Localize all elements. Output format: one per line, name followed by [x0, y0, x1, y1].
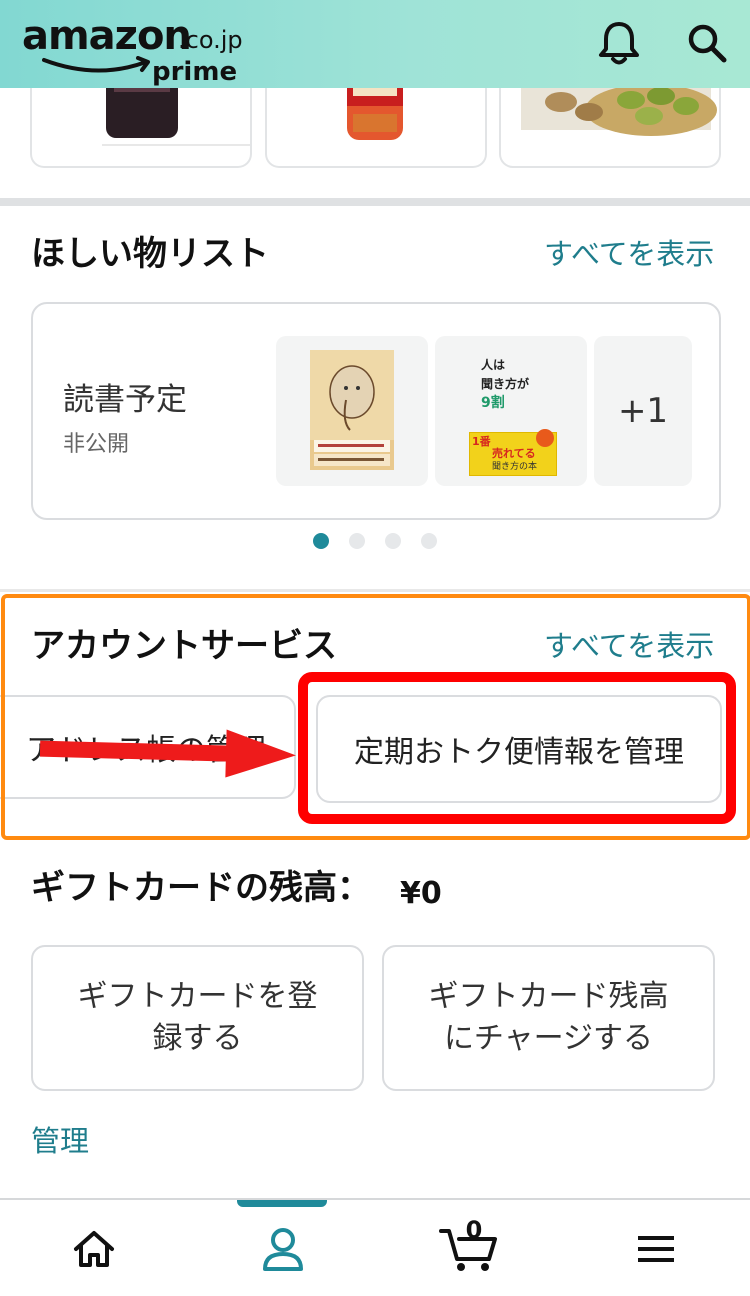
wishlist-more-count[interactable]: +1 [594, 336, 692, 486]
book-badge-text: 聞き方の本 [492, 462, 538, 472]
wishlist-name: 読書予定 [63, 382, 187, 418]
charge-gift-card-label: ギフトカード残高にチャージする [428, 979, 669, 1056]
amazon-prime-logo[interactable]: amazon .co.jp prime [22, 13, 262, 86]
bell-icon[interactable] [594, 18, 644, 68]
section-divider [0, 589, 750, 592]
page-dot[interactable] [421, 533, 437, 549]
book-title-line: 9割 [481, 395, 505, 411]
section-divider [0, 198, 750, 206]
register-gift-card-button[interactable]: ギフトカードを登録する [31, 945, 364, 1091]
wishlist-visibility: 非公開 [63, 432, 130, 457]
page-dot[interactable] [349, 533, 365, 549]
red-arrow-annotation [40, 729, 296, 778]
recently-viewed-strip [0, 78, 750, 198]
wishlist-title: ほしい物リスト [31, 234, 269, 274]
subscribe-save-label: 定期おトク便情報を管理 [354, 735, 684, 770]
register-gift-card-label: ギフトカードを登録する [77, 979, 318, 1056]
carousel-page-indicator [0, 533, 750, 553]
home-icon[interactable] [59, 1218, 129, 1280]
active-tab-indicator [237, 1200, 327, 1207]
pistachio-image [521, 78, 717, 136]
account-services-title: アカウントサービス [31, 626, 337, 666]
account-icon[interactable] [248, 1218, 318, 1280]
gift-card-balance: ¥0 [400, 876, 442, 911]
logo-wordmark: amazon [22, 13, 192, 59]
menu-icon[interactable] [621, 1218, 691, 1280]
product-card[interactable] [30, 78, 252, 168]
wishlist-see-all-link[interactable]: すべてを表示 [544, 236, 714, 272]
logo-domain: .co.jp [178, 26, 243, 54]
logo-prime: prime [152, 57, 238, 87]
account-services-see-all-link[interactable]: すべてを表示 [544, 628, 714, 664]
book-title-line: 人は [481, 358, 506, 372]
gift-card-title: ギフトカードの残高： [31, 868, 371, 908]
product-card[interactable] [499, 78, 721, 168]
bottom-navigation: 0 [0, 1198, 750, 1296]
book-bestseller-band: 1番 売れてる 聞き方の本 [469, 429, 557, 476]
gift-card-manage-link[interactable]: 管理 [31, 1118, 89, 1160]
cart-count-badge: 0 [465, 1216, 483, 1244]
app-header: amazon .co.jp prime [0, 0, 750, 88]
page-dot[interactable] [385, 533, 401, 549]
search-icon[interactable] [682, 18, 732, 68]
charge-gift-card-button[interactable]: ギフトカード残高にチャージする [382, 945, 715, 1091]
book-badge-text: 1番 [472, 435, 491, 448]
book-title-line: 聞き方が [481, 377, 530, 391]
wishlist-card[interactable]: 読書予定 非公開 人は 聞き方が 9割 1番 売れてる 聞き方の本 +1 [31, 302, 721, 520]
balsamic-bottle-image [40, 78, 250, 148]
page-dot-active[interactable] [313, 533, 329, 549]
subscribe-save-button[interactable]: 定期おトク便情報を管理 [316, 695, 722, 803]
logo-smile-icon [42, 56, 150, 73]
product-card[interactable] [265, 78, 487, 168]
wishlist-thumbnail[interactable] [276, 336, 428, 486]
dressing-bottle-image [347, 78, 403, 140]
book-badge-seal [536, 429, 554, 447]
wishlist-thumbnail[interactable]: 人は 聞き方が 9割 1番 売れてる 聞き方の本 [435, 336, 587, 486]
book-cover-elephant-image [310, 350, 394, 470]
